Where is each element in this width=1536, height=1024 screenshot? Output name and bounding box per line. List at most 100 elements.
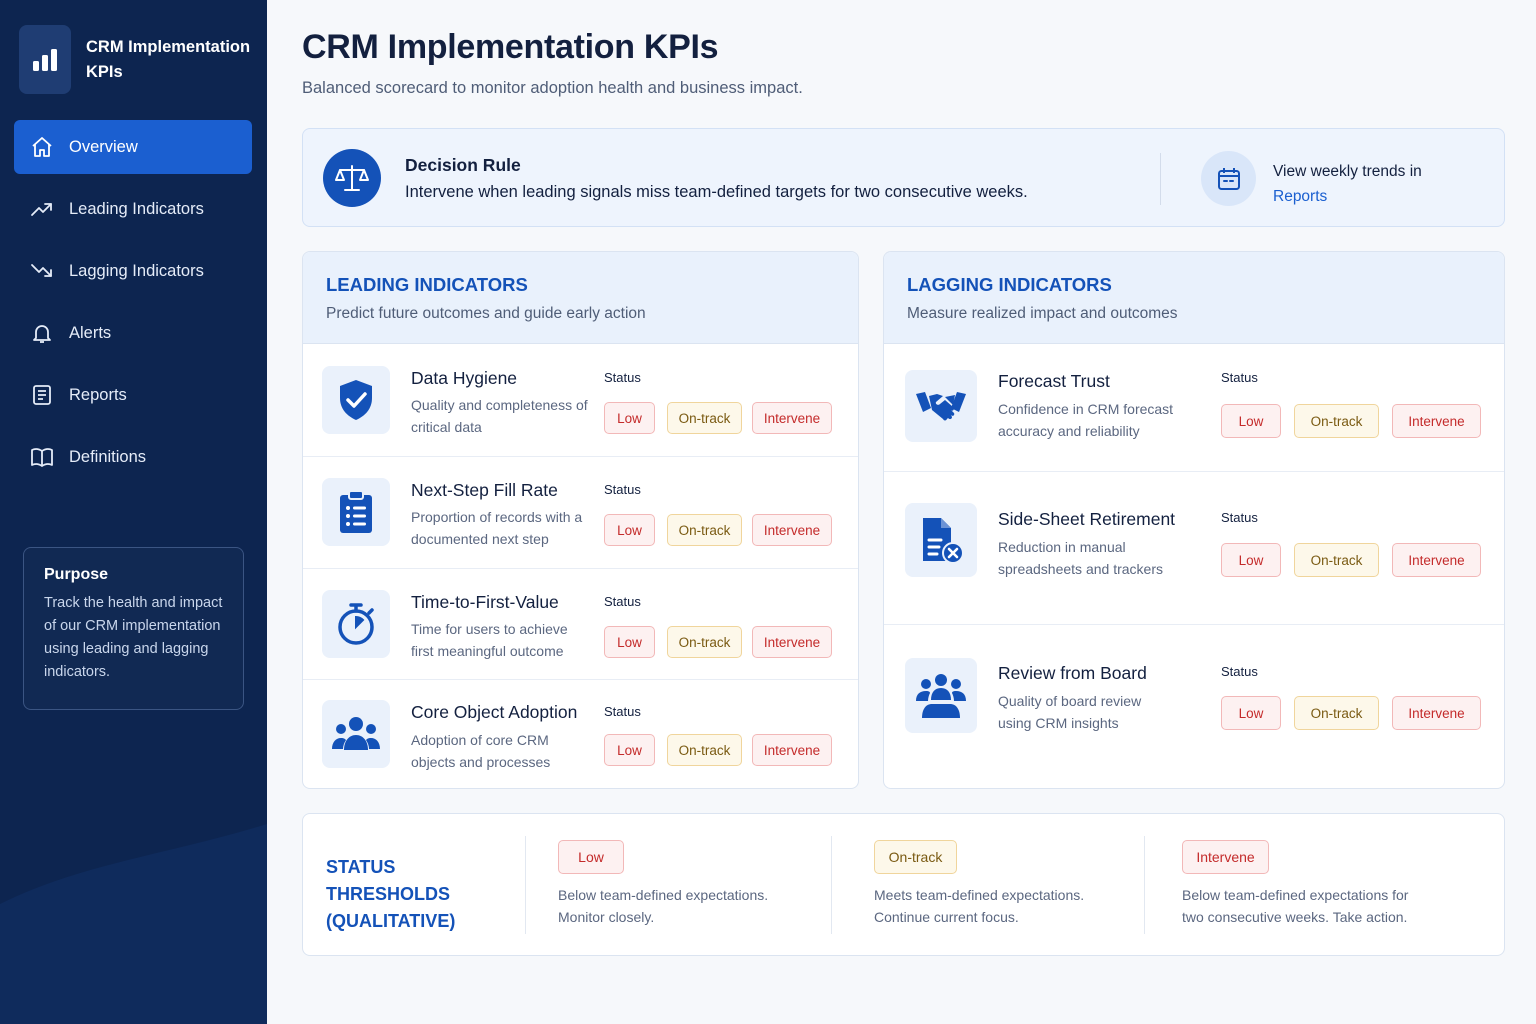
status-low-button[interactable]: Low [604, 626, 655, 658]
panel-subtitle: Measure realized impact and outcomes [907, 305, 1178, 322]
sidebar: CRM Implementation KPIs Overview Leading… [0, 0, 267, 1024]
kpi-title: Side-Sheet Retirement [998, 509, 1176, 529]
clipboard-list-icon [322, 478, 390, 546]
status-thresholds-card: STATUS THRESHOLDS (QUALITATIVE) Low Belo… [302, 813, 1505, 956]
status-label: Status [604, 594, 641, 609]
kpi-title: Core Object Adoption [411, 702, 578, 722]
status-ontrack-button[interactable]: On-track [667, 402, 742, 434]
nav-label: Reports [69, 385, 127, 404]
panel-subtitle: Predict future outcomes and guide early … [326, 305, 646, 322]
kpi-description: Confidence in CRM forecast accuracy and … [998, 401, 1174, 439]
reports-link[interactable]: Reports [1273, 184, 1422, 209]
nav-label: Leading Indicators [69, 199, 204, 218]
status-label: Status [1221, 370, 1258, 385]
threshold-ontrack-text: Meets team-defined expectations. Continu… [874, 887, 1085, 925]
kpi-row-time-to-first-value: Time-to-First-Value Time for users to ac… [303, 569, 858, 680]
trend-up-icon [30, 197, 54, 221]
kpi-description: Adoption of core CRM objects and process… [411, 732, 551, 770]
status-label: Status [604, 482, 641, 497]
threshold-intervene-text: Below team-defined expectations for two … [1182, 887, 1409, 925]
status-ontrack-button[interactable]: On-track [667, 514, 742, 546]
status-intervene-button[interactable]: Intervene [1392, 696, 1481, 730]
threshold-intervene-badge: Intervene [1182, 840, 1269, 874]
trend-down-icon [30, 259, 54, 283]
scale-icon [323, 149, 381, 207]
kpi-description: Quality and completeness of critical dat… [411, 397, 588, 435]
status-low-button[interactable]: Low [1221, 543, 1281, 577]
status-ontrack-button[interactable]: On-track [1294, 404, 1379, 438]
purpose-title: Purpose [44, 566, 109, 583]
decision-title: Decision Rule [405, 155, 521, 175]
nav-item-overview[interactable]: Overview [14, 120, 252, 174]
page-subtitle: Balanced scorecard to monitor adoption h… [302, 79, 803, 97]
trends-label: View weekly trends in [1273, 163, 1422, 180]
kpi-row-data-hygiene: Data Hygiene Quality and completeness of… [303, 344, 858, 457]
nav-item-leading-indicators[interactable]: Leading Indicators [14, 182, 252, 236]
divider [1160, 153, 1161, 205]
panel-title: LAGGING INDICATORS [907, 274, 1112, 295]
status-intervene-button[interactable]: Intervene [752, 734, 832, 766]
document-icon [30, 383, 54, 407]
bar-chart-logo-icon [19, 25, 71, 94]
status-ontrack-button[interactable]: On-track [667, 734, 742, 766]
divider [525, 836, 526, 934]
trends-text: View weekly trends in Reports [1273, 159, 1422, 209]
status-label: Status [604, 370, 641, 385]
kpi-title: Review from Board [998, 663, 1147, 683]
users-icon [322, 700, 390, 768]
book-icon [30, 445, 54, 469]
kpi-row-forecast-trust: Forecast Trust Confidence in CRM forecas… [884, 344, 1504, 472]
status-ontrack-button[interactable]: On-track [1294, 696, 1379, 730]
calendar-icon [1201, 151, 1256, 206]
thresholds-title: STATUS THRESHOLDS (QUALITATIVE) [326, 857, 456, 931]
nav-label: Alerts [69, 323, 112, 342]
panel-header: LAGGING INDICATORS Measure realized impa… [884, 252, 1504, 344]
nav-label: Overview [69, 137, 138, 156]
status-low-button[interactable]: Low [1221, 404, 1281, 438]
sidebar-wave-decoration [0, 824, 267, 1024]
nav-item-alerts[interactable]: Alerts [14, 306, 252, 360]
divider [831, 836, 832, 934]
nav-item-reports[interactable]: Reports [14, 368, 252, 422]
nav-item-definitions[interactable]: Definitions [14, 430, 252, 484]
status-label: Status [1221, 510, 1258, 525]
threshold-low-text: Below team-defined expectations. Monitor… [558, 887, 769, 925]
status-label: Status [1221, 664, 1258, 679]
kpi-row-side-sheet-retirement: Side-Sheet Retirement Reduction in manua… [884, 472, 1504, 625]
status-label: Status [604, 704, 641, 719]
handshake-icon [905, 370, 977, 442]
status-intervene-button[interactable]: Intervene [752, 626, 832, 658]
status-low-button[interactable]: Low [1221, 696, 1281, 730]
kpi-row-core-object-adoption: Core Object Adoption Adoption of core CR… [303, 680, 858, 788]
bell-icon [30, 321, 54, 345]
threshold-low-badge: Low [558, 840, 624, 874]
status-intervene-button[interactable]: Intervene [752, 402, 832, 434]
decision-rule-banner: Decision Rule Intervene when leading sig… [302, 128, 1505, 227]
lagging-indicators-panel: LAGGING INDICATORS Measure realized impa… [883, 251, 1505, 789]
file-remove-icon [905, 503, 977, 577]
brand-title: CRM Implementation KPIs [86, 37, 251, 81]
kpi-description: Reduction in manual spreadsheets and tra… [998, 539, 1163, 577]
kpi-title: Forecast Trust [998, 371, 1110, 391]
status-intervene-button[interactable]: Intervene [1392, 404, 1481, 438]
nav-item-lagging-indicators[interactable]: Lagging Indicators [14, 244, 252, 298]
main-content: CRM Implementation KPIs Balanced scoreca… [267, 0, 1536, 1024]
nav-label: Definitions [69, 447, 147, 466]
brand: CRM Implementation KPIs [19, 25, 256, 94]
status-low-button[interactable]: Low [604, 514, 655, 546]
purpose-text: Track the health and impact of our CRM i… [44, 595, 223, 680]
status-intervene-button[interactable]: Intervene [1392, 543, 1481, 577]
status-low-button[interactable]: Low [604, 734, 655, 766]
kpi-description: Proportion of records with a documented … [411, 509, 583, 547]
leading-indicators-panel: LEADING INDICATORS Predict future outcom… [302, 251, 859, 789]
panel-header: LEADING INDICATORS Predict future outcom… [303, 252, 858, 344]
status-low-button[interactable]: Low [604, 402, 655, 434]
panel-title: LEADING INDICATORS [326, 274, 528, 295]
shield-check-icon [322, 366, 390, 434]
status-ontrack-button[interactable]: On-track [1294, 543, 1379, 577]
divider [1144, 836, 1145, 934]
kpi-row-review-from-board: Review from Board Quality of board revie… [884, 625, 1504, 788]
status-intervene-button[interactable]: Intervene [752, 514, 832, 546]
group-icon [905, 658, 977, 733]
status-ontrack-button[interactable]: On-track [667, 626, 742, 658]
